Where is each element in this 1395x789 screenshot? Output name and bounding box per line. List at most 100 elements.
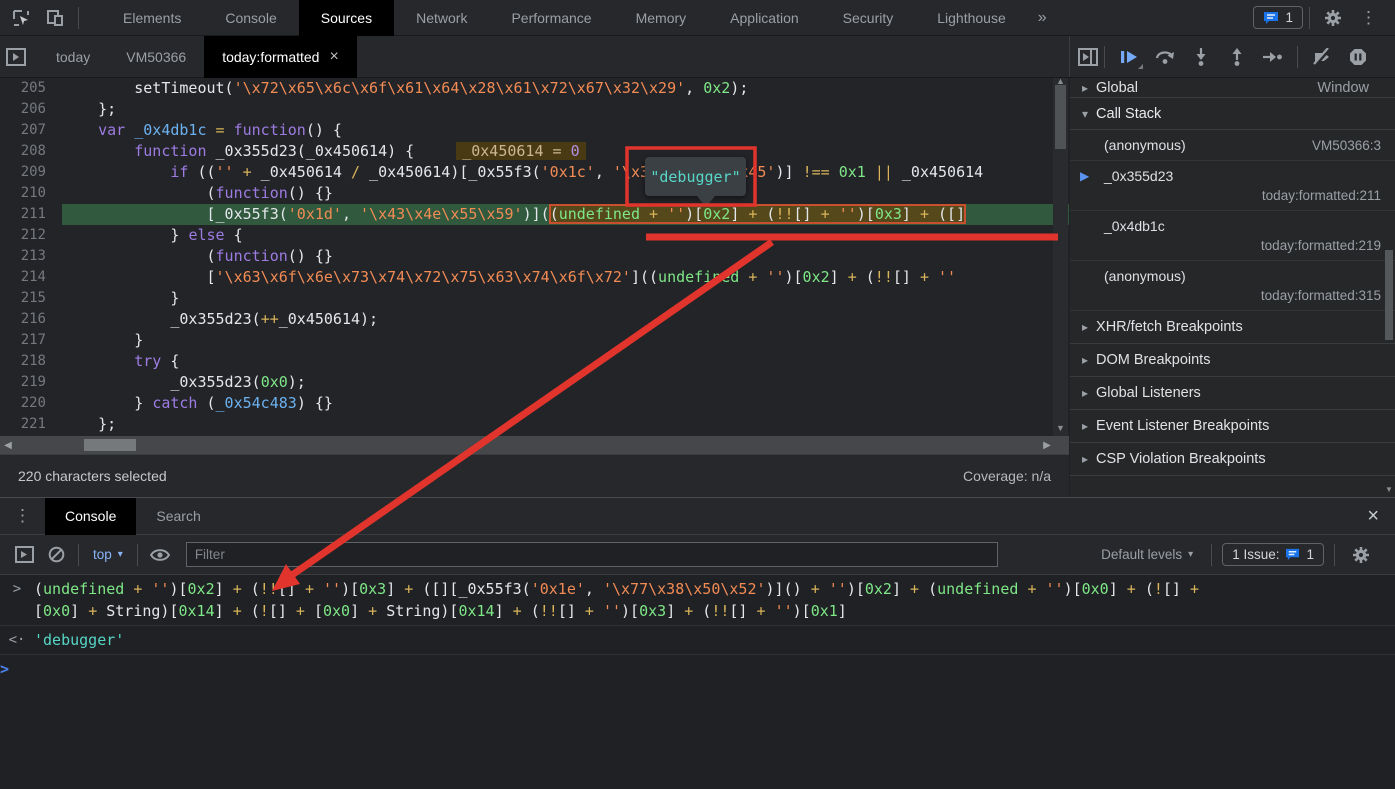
pause-on-exceptions-button[interactable]: [1340, 42, 1376, 72]
call-stack-frame[interactable]: ▶_0x355d23today:formatted:211: [1070, 161, 1395, 211]
section-title: CSP Violation Breakpoints: [1096, 451, 1266, 467]
expand-arrow-icon: ▾: [1082, 107, 1088, 121]
scrollbar-thumb[interactable]: [1385, 250, 1393, 340]
drawer-tabs: ConsoleSearch: [45, 498, 221, 535]
panel-tab-sources[interactable]: Sources: [299, 0, 394, 36]
file-tab[interactable]: today:formatted×: [204, 36, 357, 78]
line-number-gutter[interactable]: 205: [0, 78, 62, 99]
value-tooltip: "debugger": [645, 157, 746, 196]
drawer-menu-icon[interactable]: ⋮: [0, 506, 45, 526]
scroll-down-arrow[interactable]: ▼: [1053, 421, 1068, 436]
line-number-gutter[interactable]: 215: [0, 288, 62, 309]
sidebar-section-global-listeners[interactable]: ▸Global Listeners: [1070, 377, 1395, 410]
line-number-gutter[interactable]: 207: [0, 120, 62, 141]
line-number-gutter[interactable]: 213: [0, 246, 62, 267]
panel-tab-memory[interactable]: Memory: [614, 0, 709, 36]
console-settings-gear-icon[interactable]: [1345, 541, 1377, 569]
call-stack-header[interactable]: ▾ Call Stack: [1070, 98, 1395, 130]
console-filter-input[interactable]: [186, 542, 998, 567]
step-over-button[interactable]: [1147, 42, 1183, 72]
code-line: 208 function _0x355d23(_0x450614) {_0x45…: [0, 141, 1069, 162]
close-tab-icon[interactable]: ×: [329, 48, 338, 66]
show-navigator-icon[interactable]: [6, 48, 26, 66]
step-into-button[interactable]: [1183, 42, 1219, 72]
line-number-gutter[interactable]: 216: [0, 309, 62, 330]
live-expression-eye-icon[interactable]: [144, 541, 176, 569]
command-line: (undefined + '')[0x2] + (!![] + '')[0x3]…: [34, 578, 1199, 600]
frame-name: (anonymous): [1104, 137, 1186, 153]
code-text: }: [62, 330, 1069, 351]
section-title: Global Listeners: [1096, 385, 1201, 401]
line-number-gutter[interactable]: 217: [0, 330, 62, 351]
sidebar-section-event-listener-breakpoints[interactable]: ▸Event Listener Breakpoints: [1070, 410, 1395, 443]
line-number-gutter[interactable]: 209: [0, 162, 62, 183]
line-number-gutter[interactable]: 221: [0, 414, 62, 435]
inspect-element-icon[interactable]: [4, 4, 38, 32]
deactivate-breakpoints-button[interactable]: [1304, 42, 1340, 72]
file-tab[interactable]: today: [38, 36, 108, 78]
line-number-gutter[interactable]: 212: [0, 225, 62, 246]
long-press-indicator: [1138, 64, 1143, 69]
sidebar-section-dom-breakpoints[interactable]: ▸DOM Breakpoints: [1070, 344, 1395, 377]
panel-tab-network[interactable]: Network: [394, 0, 489, 36]
scrollbar-thumb[interactable]: [1055, 85, 1066, 149]
console-issues-button[interactable]: 1 Issue: 1: [1222, 543, 1324, 566]
call-stack-frame[interactable]: _0x4db1ctoday:formatted:219: [1070, 211, 1395, 261]
more-panels-button[interactable]: »: [1028, 9, 1057, 27]
coverage-status: Coverage: n/a: [963, 468, 1051, 484]
line-number-gutter[interactable]: 219: [0, 372, 62, 393]
frame-location-link[interactable]: today:formatted:219: [1104, 238, 1381, 253]
scroll-left-arrow[interactable]: ◀: [0, 440, 16, 451]
customize-devtools-menu-icon[interactable]: ⋮: [1350, 8, 1387, 28]
show-console-sidebar-icon[interactable]: [8, 541, 40, 569]
scrollbar-thumb[interactable]: [84, 439, 136, 451]
console-prompt[interactable]: >: [0, 655, 1395, 683]
sidebar-scrollbar[interactable]: ▼: [1383, 78, 1395, 497]
console-command-echo: > (undefined + '')[0x2] + (!![] + '')[0x…: [0, 575, 1395, 626]
line-number-gutter[interactable]: 211: [0, 204, 62, 225]
settings-gear-icon[interactable]: [1316, 4, 1350, 32]
line-number-gutter[interactable]: 214: [0, 267, 62, 288]
close-drawer-icon[interactable]: ×: [1367, 505, 1379, 528]
editor-vertical-scrollbar[interactable]: ▲ ▼: [1053, 78, 1068, 436]
file-tab[interactable]: VM50366: [108, 36, 204, 78]
step-button[interactable]: [1255, 42, 1291, 72]
frame-location-link[interactable]: today:formatted:315: [1104, 288, 1381, 303]
clear-console-icon[interactable]: [40, 541, 72, 569]
panel-tab-performance[interactable]: Performance: [489, 0, 613, 36]
resume-script-button[interactable]: [1111, 42, 1147, 72]
call-stack-frame[interactable]: (anonymous) VM50366:3: [1070, 130, 1395, 161]
sidebar-section-xhr-fetch-breakpoints[interactable]: ▸XHR/fetch Breakpoints: [1070, 311, 1395, 344]
line-number-gutter[interactable]: 208: [0, 141, 62, 162]
toolbar-divider: [78, 7, 79, 29]
call-stack-frame[interactable]: (anonymous)today:formatted:315: [1070, 261, 1395, 311]
scope-global-row[interactable]: ▸Global Window: [1070, 78, 1395, 98]
sidebar-sections: ▸XHR/fetch Breakpoints▸DOM Breakpoints▸G…: [1070, 311, 1395, 476]
panel-tab-application[interactable]: Application: [708, 0, 821, 36]
sidebar-section-csp-violation-breakpoints[interactable]: ▸CSP Violation Breakpoints: [1070, 443, 1395, 476]
hide-debugger-sidebar-icon[interactable]: [1078, 48, 1098, 66]
panel-tab-elements[interactable]: Elements: [101, 0, 203, 36]
scroll-down-arrow[interactable]: ▼: [1383, 482, 1395, 497]
issues-counter-button[interactable]: 1: [1253, 6, 1303, 29]
scroll-right-arrow[interactable]: ▶: [1039, 440, 1055, 451]
panel-tab-lighthouse[interactable]: Lighthouse: [915, 0, 1028, 36]
drawer-tab-search[interactable]: Search: [136, 498, 220, 535]
line-number-gutter[interactable]: 220: [0, 393, 62, 414]
step-out-button[interactable]: [1219, 42, 1255, 72]
javascript-context-select[interactable]: top ▾: [85, 547, 131, 562]
device-toolbar-icon[interactable]: [38, 4, 72, 32]
editor-horizontal-scrollbar[interactable]: ◀ ▶: [0, 436, 1069, 454]
panel-tab-security[interactable]: Security: [821, 0, 916, 36]
panel-tab-console[interactable]: Console: [203, 0, 298, 36]
drawer-tab-console[interactable]: Console: [45, 498, 136, 535]
code-line: 220 } catch (_0x54c483) {}: [0, 393, 1069, 414]
section-title: Event Listener Breakpoints: [1096, 418, 1269, 434]
frame-location-link[interactable]: VM50366:3: [1312, 138, 1381, 153]
frame-location-link[interactable]: today:formatted:211: [1104, 188, 1381, 203]
log-levels-select[interactable]: Default levels ▾: [1093, 547, 1201, 562]
line-number-gutter[interactable]: 218: [0, 351, 62, 372]
call-stack-frames: (anonymous) VM50366:3 ▶_0x355d23today:form…: [1070, 130, 1395, 311]
line-number-gutter[interactable]: 210: [0, 183, 62, 204]
line-number-gutter[interactable]: 206: [0, 99, 62, 120]
